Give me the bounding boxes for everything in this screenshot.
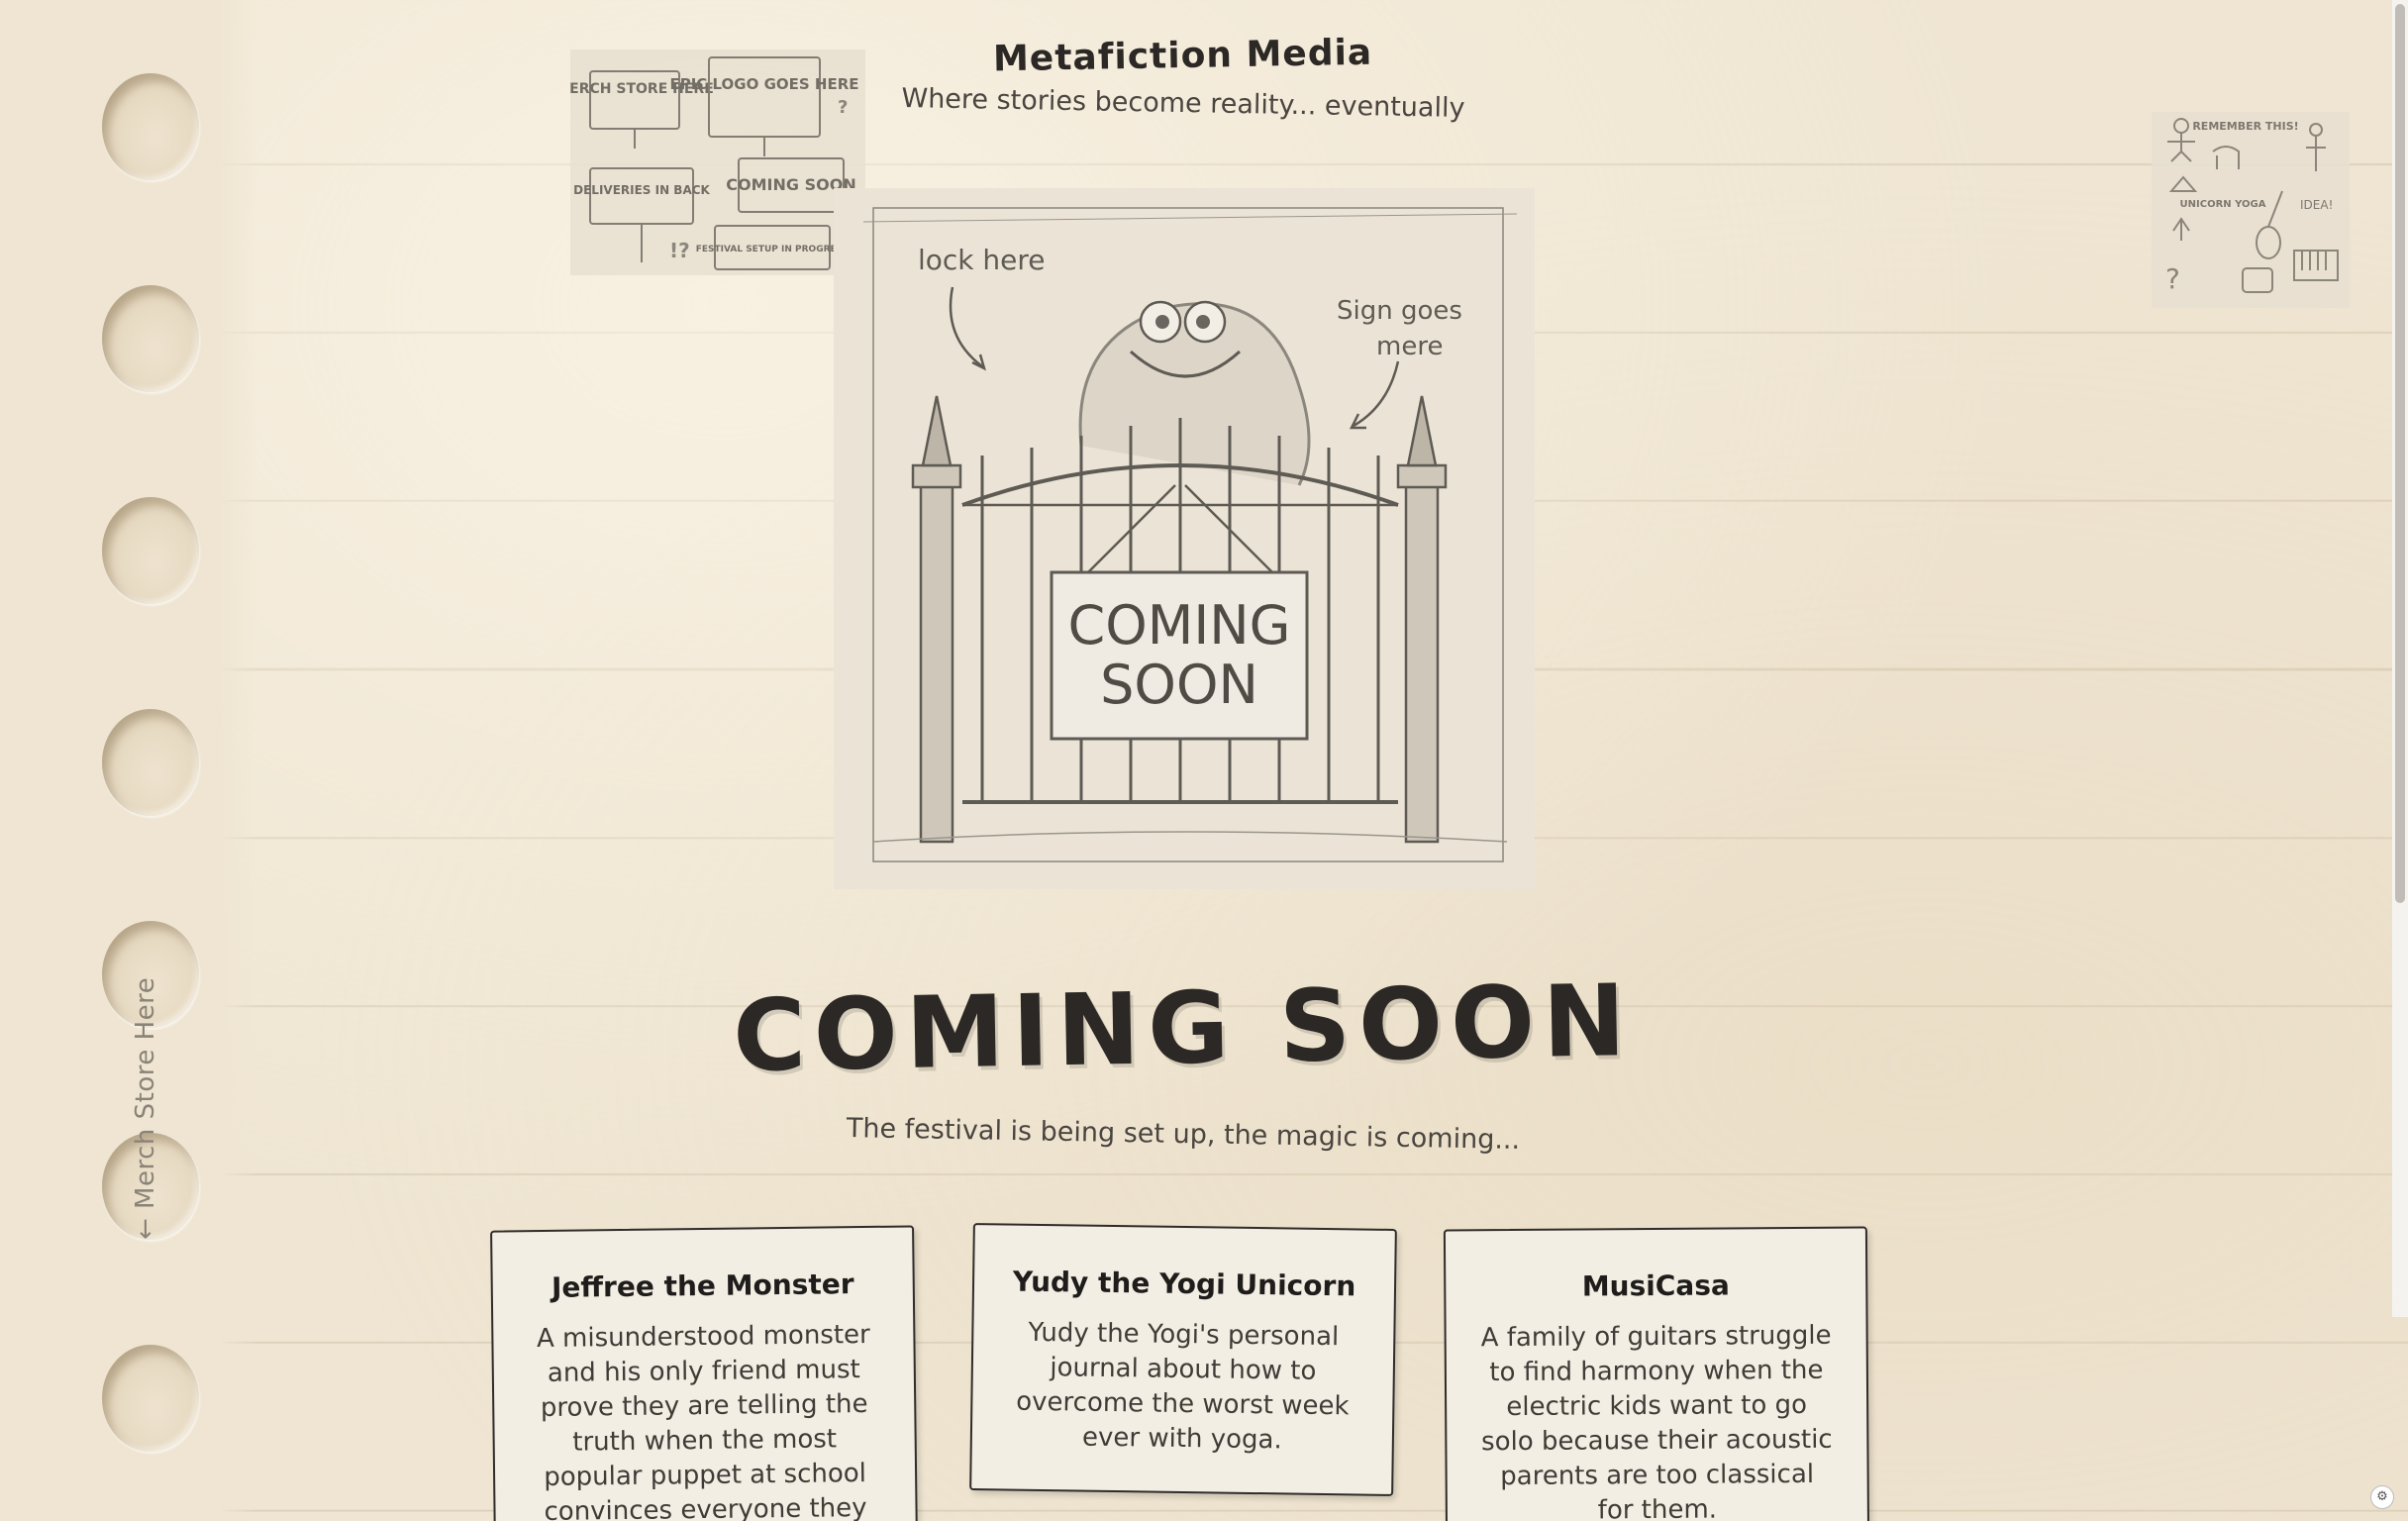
sign-text: EPIC LOGO GOES HERE xyxy=(669,75,858,93)
sketch-note: Sign goes xyxy=(1337,296,1462,326)
story-card[interactable]: Jeffree the Monster A misunderstood mons… xyxy=(490,1225,918,1521)
tagline: Where stories become reality... eventual… xyxy=(901,83,1465,124)
card-title: MusiCasa xyxy=(1581,1268,1730,1303)
hero-title: COMING SOON xyxy=(732,963,1635,1094)
binder-hole xyxy=(102,709,199,816)
sketch-note: mere xyxy=(1376,332,1443,361)
card-description: A family of guitars struggle to find har… xyxy=(1480,1320,1833,1521)
gate-sign-text: COMING xyxy=(1068,594,1291,657)
sign-text: DELIVERIES IN BACK xyxy=(573,183,710,197)
gate-sketch-image: lock here Sign goes mere COMING SOON xyxy=(834,188,1535,889)
binder-hole xyxy=(102,497,199,604)
story-card[interactable]: MusiCasa A family of guitars struggle to… xyxy=(1443,1226,1870,1521)
card-title: Yudy the Yogi Unicorn xyxy=(1012,1265,1356,1303)
scrollbar-thumb[interactable] xyxy=(2395,4,2405,903)
brand-title: Metafiction Media xyxy=(993,32,1373,80)
sketch-note: REMEMBER THIS! xyxy=(2192,120,2298,133)
signs-sketch-image: MERCH STORE HERE EPIC LOGO GOES HERE DEL… xyxy=(570,50,865,275)
svg-text:?: ? xyxy=(2165,262,2180,295)
sketch-note: IDEA! xyxy=(2300,198,2333,212)
card-description: A misunderstood monster and his only fri… xyxy=(536,1319,870,1521)
svg-text:!?: !? xyxy=(669,239,690,262)
sketch-note: UNICORN YOGA xyxy=(2180,199,2266,210)
sign-text: FESTIVAL SETUP IN PROGRESS xyxy=(696,245,849,254)
binder-hole xyxy=(102,1345,199,1452)
page-scrollbar[interactable] xyxy=(2392,0,2408,1317)
binder-hole xyxy=(102,73,199,180)
site-header: Metafiction Media Where stories become r… xyxy=(852,32,1515,124)
svg-text:?: ? xyxy=(838,97,848,118)
extension-icon[interactable]: ⚙ xyxy=(2370,1485,2394,1509)
card-title: Jeffree the Monster xyxy=(551,1268,854,1304)
merch-store-link[interactable]: ← Merch Store Here xyxy=(131,977,160,1240)
binder-hole xyxy=(102,285,199,392)
gate-sign-text: SOON xyxy=(1100,654,1258,716)
sketch-note: lock here xyxy=(918,244,1046,276)
yoga-sketch-image: REMEMBER THIS! UNICORN YOGA IDEA! ? xyxy=(2152,112,2350,308)
card-description: Yudy the Yogi's personal journal about h… xyxy=(1016,1317,1350,1456)
hero-subtitle: The festival is being set up, the magic … xyxy=(846,1113,1521,1156)
story-card[interactable]: Yudy the Yogi Unicorn Yudy the Yogi's pe… xyxy=(969,1223,1397,1496)
